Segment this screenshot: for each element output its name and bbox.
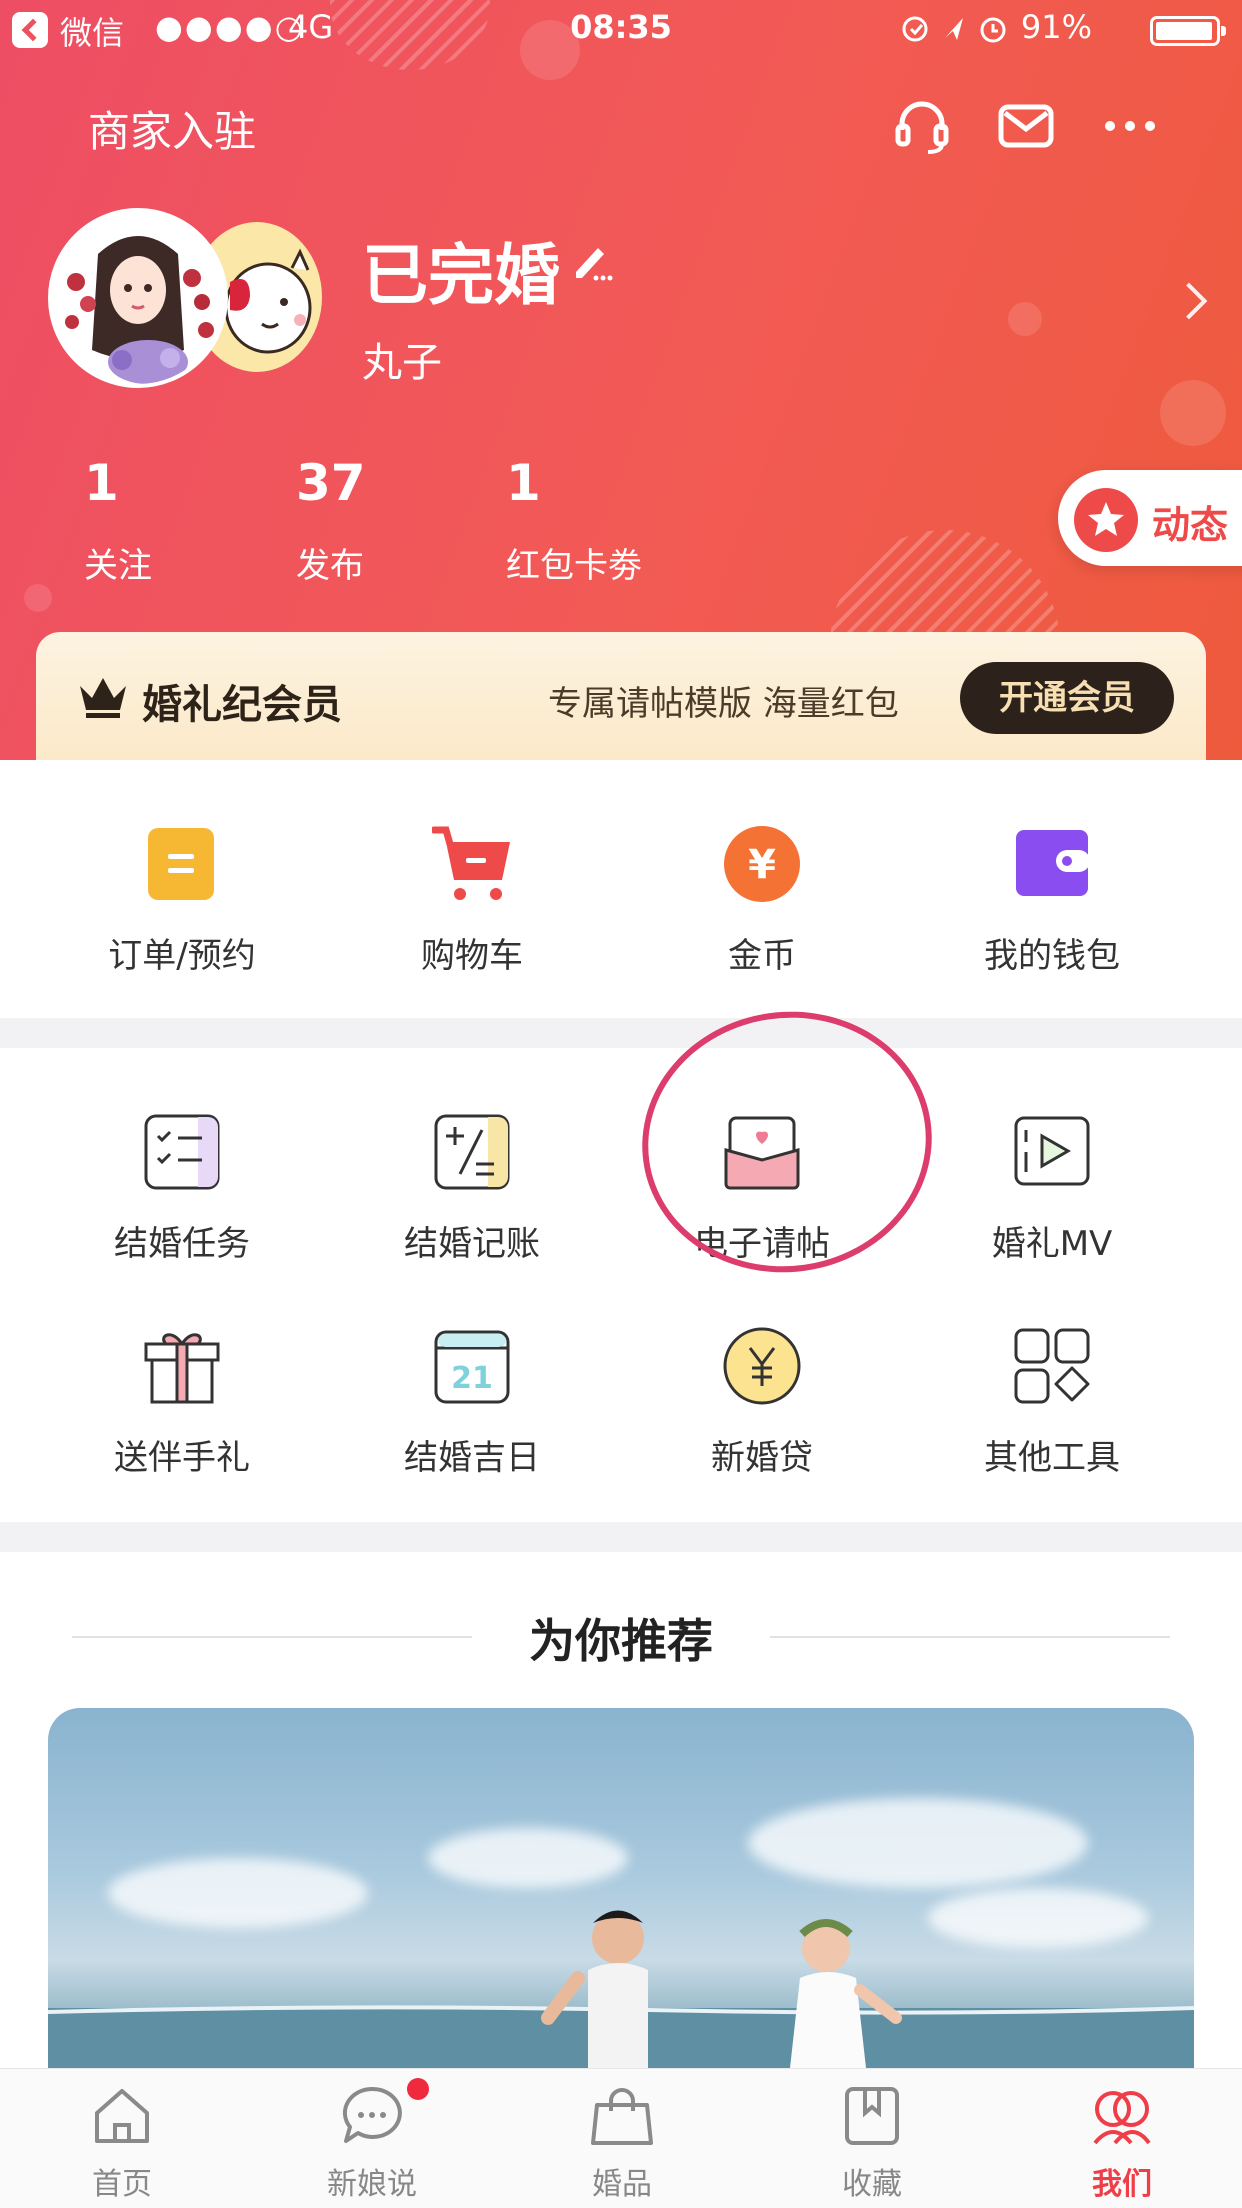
- stat-value: 1: [84, 454, 119, 512]
- coin-icon: ¥: [722, 824, 802, 904]
- membership-banner[interactable]: 婚礼纪会员 专属请帖模版 海量红包 开通会员: [36, 632, 1206, 760]
- gift-icon: [142, 1326, 222, 1406]
- calendar-day: 21: [451, 1361, 493, 1396]
- wedding-tasks-button[interactable]: 结婚任务: [52, 1112, 312, 1265]
- wedding-loan-label: 新婚贷: [711, 1438, 813, 1478]
- battery-percent: 91%: [1020, 8, 1092, 46]
- wedding-accounting-button[interactable]: 结婚记账: [342, 1112, 602, 1265]
- cart-icon: [432, 824, 512, 904]
- video-play-icon: [1012, 1112, 1092, 1192]
- wallet-button[interactable]: 我的钱包: [922, 824, 1182, 977]
- tab-favorites-label: 收藏: [842, 2167, 902, 2202]
- gift-label: 送伴手礼: [114, 1438, 250, 1478]
- couple-icon: [1089, 2083, 1155, 2149]
- gift-button[interactable]: 送伴手礼: [52, 1326, 312, 1479]
- coins-button[interactable]: ¥ 金币: [632, 824, 892, 977]
- couple-illustration: [48, 1910, 1194, 2068]
- quick-actions-section: 订单/预约 购物车 ¥ 金币 我的钱包: [0, 760, 1242, 1018]
- home-icon: [89, 2083, 155, 2149]
- marital-status-title[interactable]: 已完婚: [362, 222, 560, 318]
- chat-bubble-icon: [339, 2083, 405, 2149]
- merchant-join-link[interactable]: 商家入驻: [88, 98, 256, 159]
- notification-dot: [407, 2078, 429, 2100]
- stat-value: 1: [506, 454, 541, 512]
- tab-bride-talk[interactable]: 新娘说: [272, 2083, 472, 2203]
- tab-products-label: 婚品: [592, 2167, 652, 2202]
- tab-us[interactable]: 我们: [1022, 2083, 1222, 2203]
- tab-home-label: 首页: [92, 2167, 152, 2202]
- mail-icon[interactable]: [996, 96, 1056, 156]
- decor-circle: [1008, 302, 1042, 336]
- status-right-group: 91%: [901, 8, 1092, 46]
- stat-label: 发布: [296, 546, 364, 586]
- stat-label: 红包卡劵: [506, 546, 642, 586]
- loan-yen-icon: [722, 1326, 802, 1406]
- wedding-mv-label: 婚礼MV: [991, 1224, 1113, 1264]
- more-icon[interactable]: [1100, 96, 1160, 156]
- svg-text:¥: ¥: [748, 842, 776, 888]
- task-checklist-icon: [142, 1112, 222, 1192]
- wedding-mv-button[interactable]: 婚礼MV: [922, 1112, 1182, 1265]
- battery-icon: [1150, 16, 1226, 46]
- auspicious-day-button[interactable]: 21 结婚吉日: [342, 1326, 602, 1479]
- stat-following[interactable]: 1 关注: [84, 458, 152, 587]
- stat-label: 关注: [84, 546, 152, 586]
- orders-label: 订单/预约: [108, 936, 256, 976]
- orders-button[interactable]: 订单/预约: [52, 824, 312, 977]
- stat-posts[interactable]: 37 发布: [296, 458, 366, 587]
- tools-section: 结婚任务 结婚记账 电子请帖 婚礼MV 送伴手礼 21 结婚吉日 新婚贷 其他工…: [0, 1048, 1242, 1522]
- tab-bride-talk-label: 新娘说: [327, 2167, 417, 2202]
- divider-line: [770, 1636, 1170, 1638]
- user-avatar[interactable]: [48, 208, 228, 388]
- user-nickname: 丸子: [362, 340, 442, 386]
- recommend-title: 为你推荐: [529, 1614, 713, 1668]
- tab-us-label: 我们: [1092, 2167, 1152, 2202]
- moments-label: 动态: [1152, 503, 1229, 547]
- stat-value: 37: [296, 454, 366, 512]
- wedding-tasks-label: 结婚任务: [114, 1224, 250, 1264]
- membership-description: 专属请帖模版 海量红包: [548, 684, 899, 724]
- stat-coupons[interactable]: 1 红包卡劵: [506, 458, 642, 587]
- decor-circle: [24, 584, 52, 612]
- chevron-right-icon[interactable]: [1170, 282, 1208, 320]
- coins-label: 金币: [728, 936, 796, 976]
- tab-products[interactable]: 婚品: [522, 2083, 722, 2203]
- calendar-icon: 21: [432, 1326, 512, 1406]
- status-bar: 微信 ●●●●○ 4G 08:35 91%: [0, 0, 1242, 60]
- order-icon: [142, 824, 222, 904]
- bookmark-icon: [839, 2083, 905, 2149]
- edit-pencil-icon[interactable]: [570, 238, 614, 282]
- profile-header: 微信 ●●●●○ 4G 08:35 91% 商家入驻 已完婚 丸子 1 关注 3…: [0, 0, 1242, 760]
- grid-apps-icon: [1012, 1326, 1092, 1406]
- crown-icon: [76, 672, 130, 720]
- star-icon: [1074, 488, 1138, 552]
- other-tools-label: 其他工具: [984, 1438, 1120, 1478]
- other-tools-button[interactable]: 其他工具: [922, 1326, 1182, 1479]
- wedding-loan-button[interactable]: 新婚贷: [632, 1326, 892, 1479]
- shopping-bag-icon: [589, 2083, 655, 2149]
- tab-favorites[interactable]: 收藏: [772, 2083, 972, 2203]
- open-membership-button[interactable]: 开通会员: [960, 662, 1174, 734]
- status-icons: [902, 16, 1006, 43]
- wedding-accounting-label: 结婚记账: [404, 1224, 540, 1264]
- cart-button[interactable]: 购物车: [342, 824, 602, 977]
- membership-title: 婚礼纪会员: [142, 682, 342, 728]
- bottom-tab-bar: 首页 新娘说 婚品 收藏 我们: [0, 2068, 1242, 2208]
- auspicious-day-label: 结婚吉日: [404, 1438, 540, 1478]
- moments-button[interactable]: 动态: [1058, 470, 1242, 566]
- accounting-icon: [432, 1112, 512, 1192]
- decor-circle: [1160, 380, 1226, 446]
- tab-home[interactable]: 首页: [22, 2083, 222, 2203]
- cart-label: 购物车: [421, 936, 523, 976]
- wallet-label: 我的钱包: [984, 936, 1120, 976]
- headset-icon[interactable]: [892, 96, 952, 156]
- recommend-photo[interactable]: [48, 1708, 1194, 2068]
- wallet-icon: [1012, 824, 1092, 904]
